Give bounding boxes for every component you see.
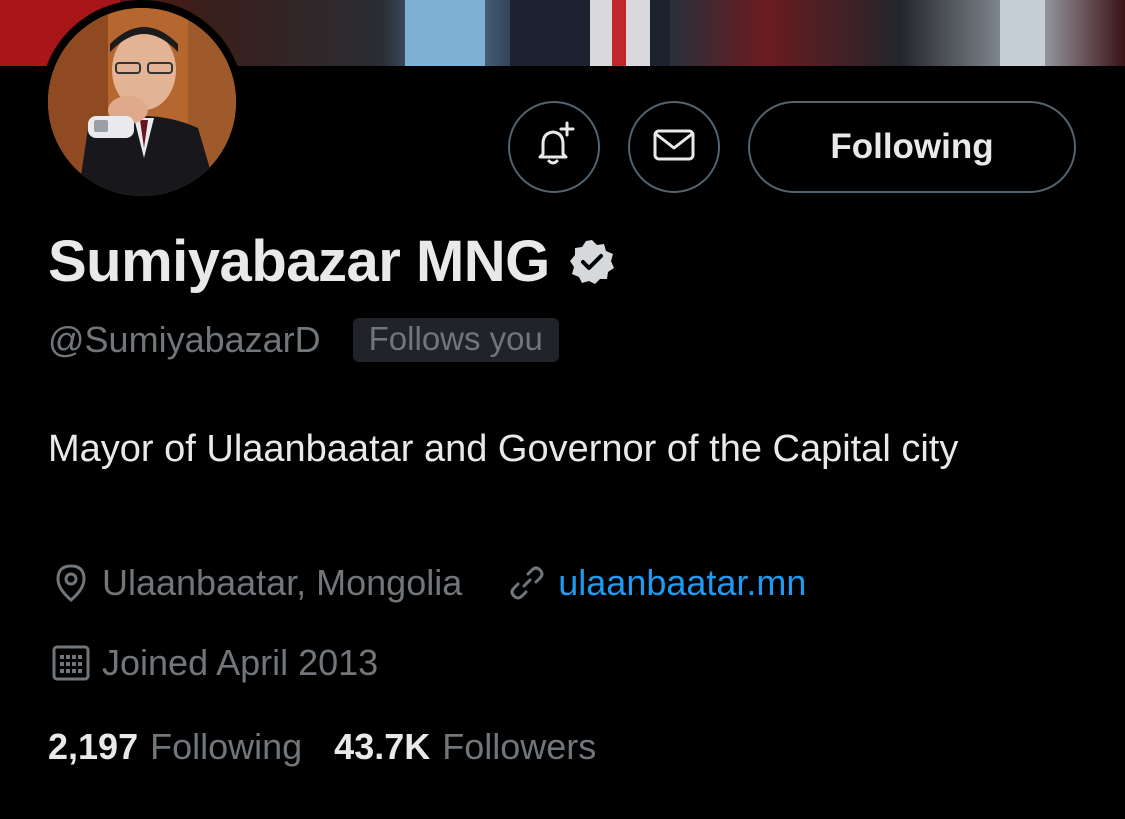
- profile-meta-joined-row: Joined April 2013: [50, 642, 378, 684]
- link-icon: [506, 562, 548, 604]
- following-count-link[interactable]: 2,197 Following: [48, 726, 302, 768]
- profile-joined-date: Joined April 2013: [102, 642, 379, 683]
- envelope-icon: [650, 121, 698, 174]
- user-handle: @SumiyabazarD: [48, 319, 321, 360]
- banner-light-shape: [1000, 0, 1045, 66]
- profile-bio: Mayor of Ulaanbaatar and Governor of the…: [48, 428, 959, 470]
- location-pin-icon: [50, 562, 92, 604]
- followers-count-link[interactable]: 43.7K Followers: [334, 726, 596, 768]
- avatar-photo: [48, 8, 236, 196]
- following-label: Following: [150, 726, 303, 767]
- following-button-label: Following: [830, 127, 994, 166]
- notifications-button[interactable]: [508, 101, 600, 193]
- display-name: Sumiyabazar MNG: [48, 229, 550, 294]
- follows-you-badge: Follows you: [352, 318, 559, 362]
- message-button[interactable]: [628, 101, 720, 193]
- name-row: Sumiyabazar MNG: [48, 228, 616, 295]
- profile-avatar[interactable]: [40, 0, 244, 204]
- handle-row: @SumiyabazarD Follows you: [48, 318, 559, 362]
- verified-badge-icon[interactable]: [568, 238, 616, 291]
- calendar-icon: [50, 642, 92, 684]
- banner-blue-shape: [405, 0, 485, 66]
- following-button[interactable]: Following: [748, 101, 1076, 193]
- profile-website[interactable]: ulaanbaatar.mn: [506, 562, 806, 604]
- followers-label: Followers: [442, 726, 597, 767]
- followers-count: 43.7K: [334, 726, 431, 767]
- profile-location: Ulaanbaatar, Mongolia: [102, 562, 463, 603]
- banner-lanyard-shape: [612, 0, 626, 66]
- bell-plus-icon: [529, 120, 579, 175]
- profile-meta-location-row: Ulaanbaatar, Mongolia ulaanbaatar.mn: [50, 562, 806, 604]
- following-count: 2,197: [48, 726, 139, 767]
- website-link[interactable]: ulaanbaatar.mn: [558, 562, 806, 604]
- profile-stats: 2,197 Following 43.7K Followers: [48, 726, 596, 768]
